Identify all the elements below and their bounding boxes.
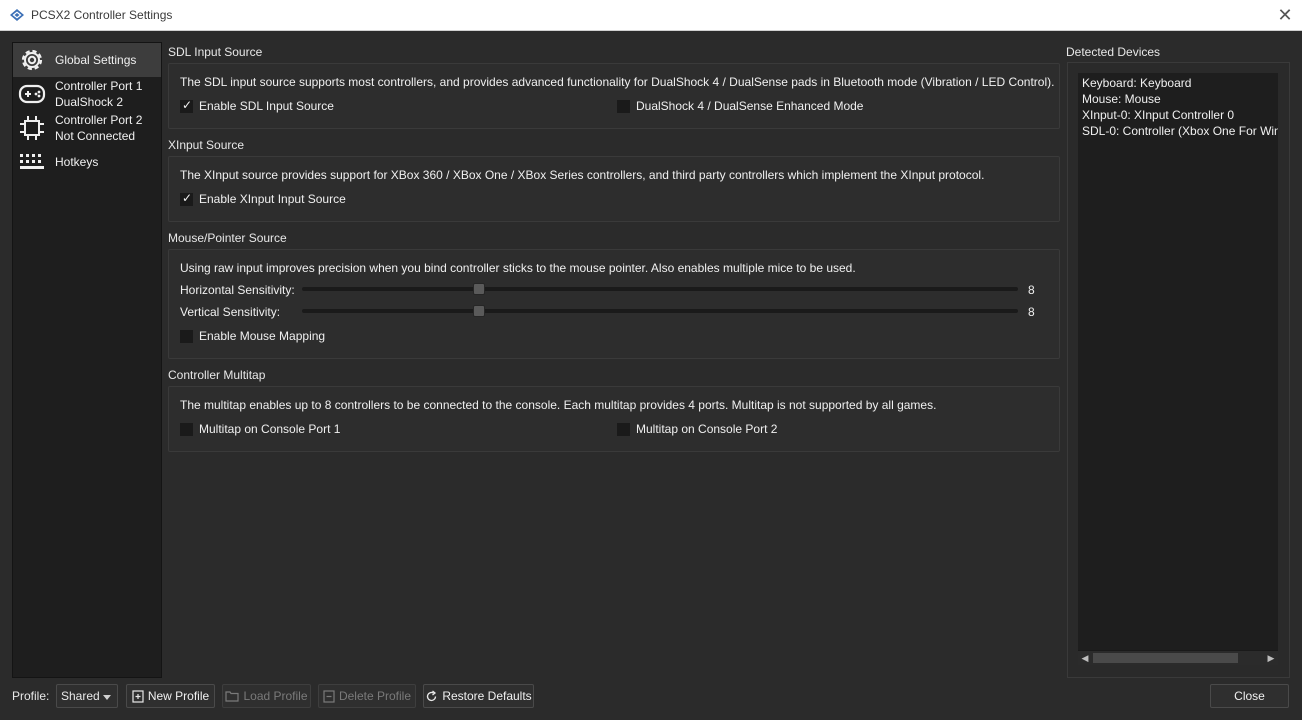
scrollbar-thumb[interactable]: [1093, 653, 1238, 663]
sidebar-item-label: Controller Port 1: [55, 79, 143, 93]
checkbox-label: Multitap on Console Port 1: [199, 422, 341, 436]
button-label: Delete Profile: [338, 689, 412, 703]
xinput-group-title: XInput Source: [168, 138, 245, 152]
delete-file-icon: [323, 689, 335, 703]
multitap-port2-checkbox[interactable]: Multitap on Console Port 2: [617, 422, 777, 436]
checkbox-label: Enable SDL Input Source: [199, 99, 334, 113]
enable-mouse-mapping-checkbox[interactable]: Enable Mouse Mapping: [180, 329, 325, 343]
load-profile-button[interactable]: Load Profile: [222, 684, 311, 708]
profile-select[interactable]: Shared: [56, 684, 118, 708]
app-logo-icon: [10, 9, 24, 21]
detected-devices-list[interactable]: Keyboard: Keyboard Mouse: Mouse XInput-0…: [1078, 73, 1278, 665]
window-close-icon[interactable]: ✕: [1276, 6, 1294, 24]
list-item[interactable]: SDL-0: Controller (Xbox One For Windows): [1078, 123, 1278, 139]
enable-sdl-checkbox[interactable]: Enable SDL Input Source: [180, 98, 334, 113]
checkbox-box[interactable]: [180, 329, 193, 343]
button-label: Load Profile: [243, 689, 308, 703]
list-item[interactable]: Keyboard: Keyboard: [1078, 75, 1278, 91]
vertical-sensitivity-value: 8: [1028, 305, 1035, 319]
button-label: Restore Defaults: [442, 689, 532, 703]
vertical-sensitivity-label: Vertical Sensitivity:: [180, 305, 281, 319]
profile-label: Profile:: [12, 689, 50, 703]
multitap-group-title: Controller Multitap: [168, 368, 266, 382]
refresh-icon: [425, 689, 438, 703]
multitap-group-box: [168, 386, 1060, 452]
sidebar-item-label: Hotkeys: [55, 155, 99, 169]
multitap-port1-checkbox[interactable]: Multitap on Console Port 1: [180, 422, 340, 436]
sidebar-item-controller-port-1[interactable]: Controller Port 1 DualShock 2: [13, 77, 161, 111]
sidebar-item-hotkeys[interactable]: Hotkeys: [13, 145, 161, 179]
vertical-sensitivity-slider-handle[interactable]: [473, 305, 485, 317]
sidebar-item-label: Global Settings: [55, 53, 137, 67]
checkbox-box[interactable]: [180, 191, 193, 206]
sdl-group-box: [168, 63, 1060, 129]
xinput-description: The XInput source provides support for X…: [180, 168, 985, 182]
delete-profile-button[interactable]: Delete Profile: [318, 684, 416, 708]
sidebar-item-global-settings[interactable]: Global Settings: [13, 43, 161, 77]
horizontal-sensitivity-slider-track[interactable]: [302, 287, 1018, 291]
sdl-group-title: SDL Input Source: [168, 45, 263, 59]
mouse-description: Using raw input improves precision when …: [180, 261, 856, 275]
gamepad-icon: [17, 79, 47, 109]
xinput-group-box: [168, 156, 1060, 222]
scroll-right-icon[interactable]: ▶: [1264, 651, 1278, 665]
horizontal-sensitivity-label: Horizontal Sensitivity:: [180, 283, 295, 297]
horizontal-sensitivity-value: 8: [1028, 283, 1035, 297]
mouse-group-title: Mouse/Pointer Source: [168, 231, 287, 245]
folder-icon: [225, 690, 240, 702]
checkbox-label: Enable XInput Input Source: [199, 192, 346, 206]
checkbox-label: DualShock 4 / DualSense Enhanced Mode: [636, 99, 864, 113]
vertical-sensitivity-slider-track[interactable]: [302, 309, 1018, 313]
enable-xinput-checkbox[interactable]: Enable XInput Input Source: [180, 191, 346, 206]
horizontal-sensitivity-slider-handle[interactable]: [473, 283, 485, 295]
list-item[interactable]: Mouse: Mouse: [1078, 91, 1278, 107]
keyboard-icon: [17, 147, 47, 177]
detected-devices-title: Detected Devices: [1066, 45, 1161, 59]
checkbox-label: Enable Mouse Mapping: [199, 329, 326, 343]
gear-icon: [17, 45, 47, 75]
close-button[interactable]: Close: [1210, 684, 1289, 708]
new-profile-button[interactable]: New Profile: [126, 684, 215, 708]
title-bar: PCSX2 Controller Settings ✕: [0, 0, 1302, 31]
multitap-description: The multitap enables up to 8 controllers…: [180, 398, 937, 412]
chevron-down-icon: [103, 695, 111, 700]
window-title: PCSX2 Controller Settings: [31, 8, 173, 22]
settings-sidebar: Global Settings Controller Port 1 DualSh…: [12, 42, 162, 678]
restore-defaults-button[interactable]: Restore Defaults: [423, 684, 534, 708]
devices-horizontal-scrollbar[interactable]: ◀ ▶: [1078, 650, 1278, 665]
footer-bar: Profile: Shared New Profile Load Profile…: [0, 684, 1302, 710]
port-icon: [17, 113, 47, 143]
list-item[interactable]: XInput-0: XInput Controller 0: [1078, 107, 1278, 123]
button-label: Close: [1234, 689, 1265, 703]
checkbox-box[interactable]: [617, 422, 630, 436]
new-file-icon: [132, 689, 144, 703]
sidebar-item-sublabel: DualShock 2: [55, 95, 124, 109]
checkbox-box[interactable]: [180, 98, 193, 113]
scroll-left-icon[interactable]: ◀: [1078, 651, 1092, 665]
profile-select-value: Shared: [61, 689, 100, 703]
button-label: New Profile: [147, 689, 210, 703]
checkbox-label: Multitap on Console Port 2: [636, 422, 778, 436]
sidebar-item-sublabel: Not Connected: [55, 129, 136, 143]
dualshock-enhanced-checkbox[interactable]: DualShock 4 / DualSense Enhanced Mode: [617, 99, 863, 113]
checkbox-box[interactable]: [617, 99, 630, 113]
sdl-description: The SDL input source supports most contr…: [180, 75, 1055, 89]
checkbox-box[interactable]: [180, 422, 193, 436]
sidebar-item-label: Controller Port 2: [55, 113, 143, 127]
sidebar-item-controller-port-2[interactable]: Controller Port 2 Not Connected: [13, 111, 161, 145]
